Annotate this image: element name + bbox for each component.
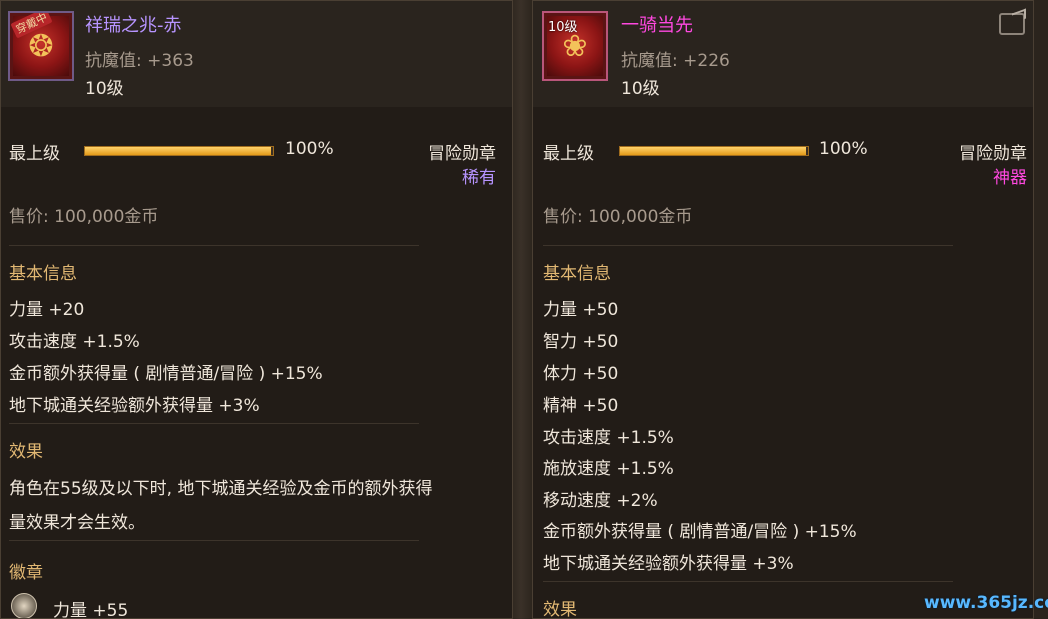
item-level: 10级 [85, 79, 124, 99]
item-type: 冒险勋章 [428, 144, 496, 164]
sell-price: 售价: 100,000金币 [9, 207, 159, 227]
grade-label: 最上级 [543, 144, 594, 164]
magic-resist: 抗魔值: +226 [621, 51, 730, 71]
effect-title: 效果 [9, 442, 43, 462]
basic-info-line: 移动速度 +2% [543, 491, 658, 511]
divider [9, 245, 419, 246]
basic-info-line: 力量 +20 [9, 300, 85, 320]
emblem-icon [11, 593, 37, 618]
basic-info-line: 地下城通关经验额外获得量 +3% [543, 554, 794, 574]
basic-info-line: 体力 +50 [543, 364, 619, 384]
grade-bar [619, 146, 809, 156]
emblem-stat: 力量 +55 [53, 601, 129, 619]
dragon-banner-icon[interactable]: ❂ 穿戴中 [8, 11, 74, 81]
item-type: 冒险勋章 [959, 144, 1027, 164]
item-tooltip-left: ❂ 穿戴中 祥瑞之兆-赤 抗魔值: +363 10级 最上级 100% 冒险勋章… [0, 0, 513, 619]
grade-bar-fill [85, 147, 272, 155]
effect-title: 效果 [543, 600, 577, 619]
effect-line: 量效果才会生效。 [9, 513, 145, 533]
divider [543, 581, 953, 582]
basic-info-title: 基本信息 [543, 264, 611, 284]
basic-info-line: 攻击速度 +1.5% [543, 428, 674, 448]
basic-info-line: 金币额外获得量 ( 剧情普通/冒险 ) +15% [543, 522, 857, 542]
grade-percent: 100% [285, 139, 334, 159]
emblem-title: 徽章 [9, 563, 43, 583]
share-icon[interactable] [999, 13, 1025, 35]
item-title: 一骑当先 [621, 15, 693, 36]
basic-info-line: 攻击速度 +1.5% [9, 332, 140, 352]
divider [543, 245, 953, 246]
lion-banner-icon[interactable]: ❀ 10级 [542, 11, 608, 81]
grade-percent: 100% [819, 139, 868, 159]
divider [9, 540, 419, 541]
divider [9, 423, 419, 424]
item-tooltip-right: ❀ 10级 一骑当先 抗魔值: +226 10级 最上级 100% 冒险勋章 神… [532, 0, 1034, 619]
basic-info-line: 精神 +50 [543, 396, 619, 416]
grade-bar-fill [620, 147, 807, 155]
grade-label: 最上级 [9, 144, 60, 164]
effect-line: 角色在55级及以下时, 地下城通关经验及金币的额外获得 [9, 479, 433, 499]
grade-bar [84, 146, 274, 156]
tooltip-header [533, 1, 1033, 107]
item-title: 祥瑞之兆-赤 [85, 15, 182, 36]
magic-resist: 抗魔值: +363 [85, 51, 194, 71]
basic-info-line: 金币额外获得量 ( 剧情普通/冒险 ) +15% [9, 364, 323, 384]
basic-info-line: 施放速度 +1.5% [543, 459, 674, 479]
sell-price: 售价: 100,000金币 [543, 207, 693, 227]
basic-info-line: 智力 +50 [543, 332, 619, 352]
tooltip-header [1, 1, 512, 107]
item-rarity: 神器 [993, 168, 1027, 188]
basic-info-line: 地下城通关经验额外获得量 +3% [9, 396, 260, 416]
icon-level-label: 10级 [548, 20, 578, 35]
item-rarity: 稀有 [462, 168, 496, 188]
basic-info-title: 基本信息 [9, 264, 77, 284]
item-level: 10级 [621, 79, 660, 99]
basic-info-line: 力量 +50 [543, 300, 619, 320]
watermark: www.365jz.com [924, 593, 1048, 613]
